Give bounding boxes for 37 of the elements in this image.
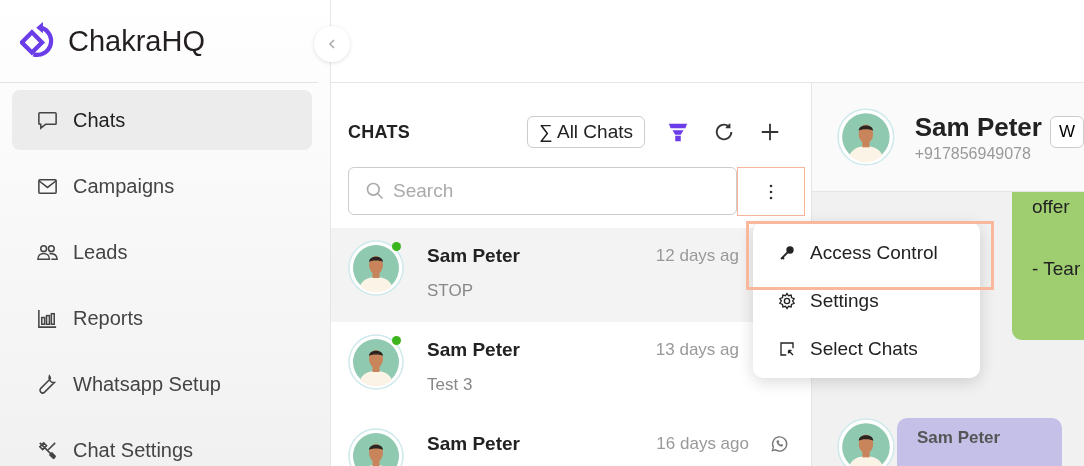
sidebar-item[interactable]: Leads: [12, 222, 312, 282]
sidebar-item[interactable]: Whatsapp Setup: [12, 354, 312, 414]
message-text: offer: [1032, 196, 1071, 218]
filter-dropdown[interactable]: ∑ All Chats: [527, 116, 645, 148]
key-icon: [778, 244, 796, 262]
sidebar-item[interactable]: Reports: [12, 288, 312, 348]
contact-name: Sam Peter: [427, 433, 520, 455]
selection-icon: [778, 340, 796, 358]
caret-icon: [326, 38, 338, 50]
avatar: [348, 240, 404, 296]
search-icon: [365, 181, 385, 201]
header-button[interactable]: W: [1049, 116, 1084, 148]
timestamp: 12 days ag: [655, 246, 739, 266]
sidebar-item[interactable]: Campaigns: [12, 156, 312, 216]
search-field[interactable]: Search: [348, 167, 737, 215]
timestamp: 13 days ag: [655, 340, 739, 360]
timestamp: 16 days ago: [656, 434, 749, 454]
chat-row[interactable]: Sam Peter 16 days ago: [331, 416, 811, 466]
brand-name: ChakraHQ: [68, 24, 205, 58]
contact-name: Sam Peter: [427, 245, 520, 267]
contact-name: Sam Peter: [427, 339, 520, 361]
message-preview: STOP: [427, 281, 474, 301]
kebab-icon: [769, 183, 773, 200]
add-icon[interactable]: [759, 121, 781, 143]
avatar: [837, 108, 895, 166]
section-title: CHATS: [348, 121, 411, 143]
contact-name: Sam Peter: [914, 111, 1042, 143]
sidebar-item[interactable]: Chats: [12, 90, 312, 150]
message-preview: Test 3: [427, 375, 474, 395]
message-text: - Tear: [1032, 258, 1082, 280]
filter-icon[interactable]: [667, 121, 689, 143]
settings-icon: [778, 292, 796, 310]
refresh-icon[interactable]: [713, 121, 735, 143]
phone-number: +917856949078: [914, 144, 1032, 163]
sidebar-item[interactable]: Chat Settings: [12, 420, 312, 466]
sender-name: Sam Peter: [917, 428, 1001, 447]
avatar: [348, 334, 404, 390]
